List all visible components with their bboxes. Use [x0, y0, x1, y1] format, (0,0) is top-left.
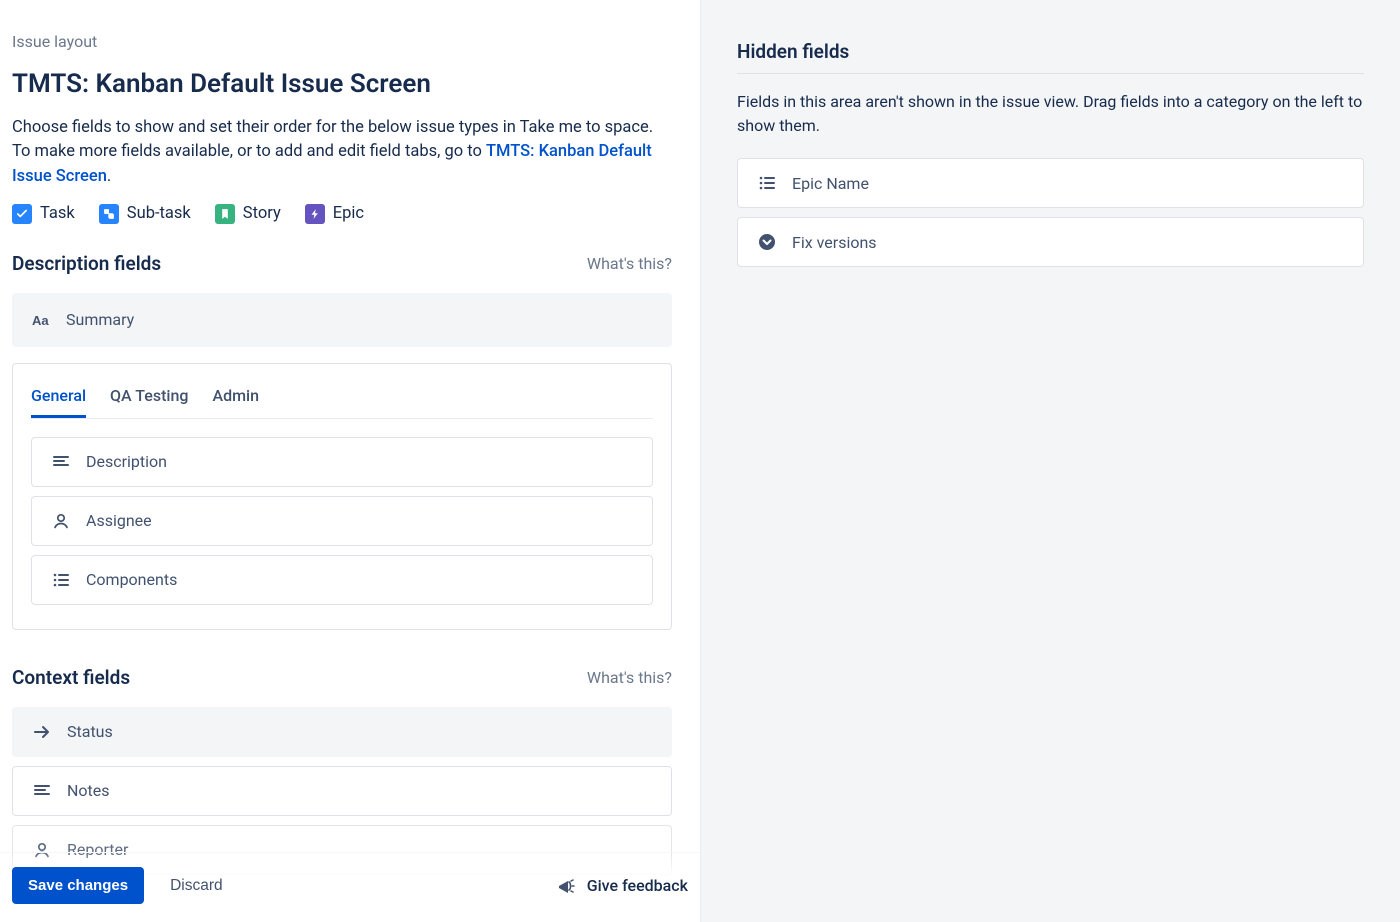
field-tabs: General QA Testing Admin: [31, 382, 653, 419]
feedback-label: Give feedback: [587, 876, 688, 895]
field-label: Notes: [67, 781, 110, 800]
list-icon: [756, 172, 778, 194]
save-button[interactable]: Save changes: [12, 867, 144, 904]
megaphone-icon: [555, 875, 577, 897]
field-status[interactable]: Status: [12, 707, 672, 757]
field-label: Description: [86, 452, 167, 471]
hidden-field-epic-name[interactable]: Epic Name: [737, 158, 1364, 208]
whats-this-link[interactable]: What's this?: [587, 668, 672, 687]
person-icon: [50, 510, 72, 532]
issue-type-subtask: Sub-task: [99, 204, 191, 224]
story-icon: [215, 204, 235, 224]
field-label: Epic Name: [792, 174, 869, 193]
field-notes[interactable]: Notes: [12, 766, 672, 816]
issue-types-row: Task Sub-task Story Epic: [12, 204, 672, 224]
issue-type-label: Sub-task: [127, 204, 191, 223]
issue-type-label: Task: [40, 204, 75, 223]
breadcrumb[interactable]: Issue layout: [12, 32, 672, 51]
chevron-down-icon: [756, 231, 778, 253]
divider: [737, 73, 1364, 74]
footer-bar: Save changes Discard Give feedback: [0, 852, 700, 922]
epic-icon: [305, 204, 325, 224]
tab-admin[interactable]: Admin: [212, 382, 259, 418]
tab-qa-testing[interactable]: QA Testing: [110, 382, 188, 418]
summary-field: Summary: [12, 293, 672, 347]
field-description[interactable]: Description: [31, 437, 653, 487]
subtask-icon: [99, 204, 119, 224]
field-assignee[interactable]: Assignee: [31, 496, 653, 546]
description-tabs-card: General QA Testing Admin Description Ass…: [12, 363, 672, 630]
page-title: TMTS: Kanban Default Issue Screen: [12, 69, 672, 99]
context-heading: Context fields: [12, 666, 130, 689]
issue-type-label: Epic: [333, 204, 364, 223]
field-label: Assignee: [86, 511, 152, 530]
field-label: Components: [86, 570, 177, 589]
issue-type-label: Story: [243, 204, 281, 223]
issue-type-story: Story: [215, 204, 281, 224]
hidden-intro: Fields in this area aren't shown in the …: [737, 90, 1364, 138]
give-feedback-button[interactable]: Give feedback: [555, 875, 688, 897]
text-icon: [30, 309, 52, 331]
field-label: Fix versions: [792, 233, 877, 252]
paragraph-icon: [50, 451, 72, 473]
field-label: Summary: [66, 310, 134, 329]
hidden-field-fix-versions[interactable]: Fix versions: [737, 217, 1364, 267]
list-icon: [50, 569, 72, 591]
whats-this-link[interactable]: What's this?: [587, 254, 672, 273]
arrow-icon: [31, 721, 53, 743]
task-icon: [12, 204, 32, 224]
issue-type-task: Task: [12, 204, 75, 224]
field-label: Status: [67, 722, 113, 741]
intro-text: Choose fields to show and set their orde…: [12, 116, 672, 190]
paragraph-icon: [31, 780, 53, 802]
hidden-heading: Hidden fields: [737, 40, 1364, 63]
tab-general[interactable]: General: [31, 382, 86, 418]
field-components[interactable]: Components: [31, 555, 653, 605]
discard-button[interactable]: Discard: [164, 876, 229, 896]
issue-type-epic: Epic: [305, 204, 364, 224]
intro-suffix: .: [107, 167, 111, 186]
description-heading: Description fields: [12, 252, 161, 275]
